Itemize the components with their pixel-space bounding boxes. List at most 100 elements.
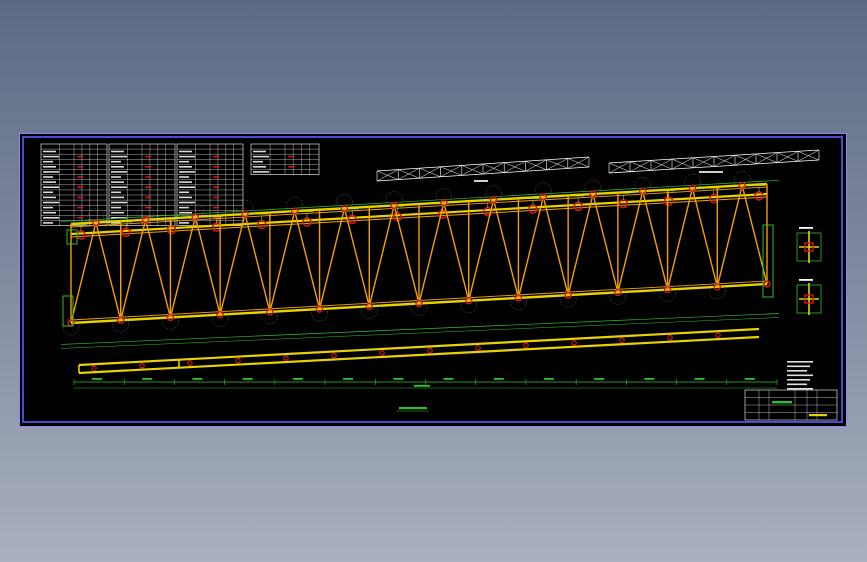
table-cell-text [43,222,53,224]
dimension-value [92,378,102,380]
table-cell-text [111,160,121,163]
dimension-value [644,378,655,380]
table-cell-mark [213,166,220,168]
table-cell-text [43,186,59,188]
dimension-value [292,378,303,380]
table-cell-mark [288,166,295,168]
table-cell-text [111,211,124,214]
note-line [787,383,807,386]
drawing-title [772,401,792,404]
table-cell-mark [145,176,152,178]
note-line [787,374,813,377]
table-cell-mark [145,155,152,158]
table-cell-mark [145,186,152,188]
elevation-caption [399,407,427,410]
table-cell-text [253,150,266,153]
table-cell-text [179,191,189,194]
table-cell-text [179,181,192,183]
overall-dimension-value [414,385,430,387]
table-cell-text [111,191,121,194]
table-cell-mark [145,206,152,209]
note-line [787,379,810,381]
dimension-value [343,378,354,380]
table-cell-text [253,166,266,168]
table-cell-text [179,160,189,163]
table-cell-text [179,166,192,168]
dimension-value [744,378,755,380]
table-cell-text [179,155,195,158]
table-cell-text [111,171,127,173]
table-cell-text [179,176,189,178]
dimension-value [242,378,253,380]
table-cell-text [111,181,124,183]
dimension-value [142,378,153,380]
table-cell-text [43,166,56,168]
dimension-value [594,378,605,380]
table-cell-mark [77,166,84,168]
table-cell-text [253,171,269,173]
table-cell-mark [77,196,84,199]
table-cell-text [43,196,56,199]
dimension-value [543,378,554,380]
table-cell-text [179,211,192,214]
dimension-value [192,378,203,380]
plan-caption [474,180,488,182]
table-cell-text [43,171,59,173]
table-cell-text [111,166,124,168]
table-cell-text [111,196,124,199]
table-cell-text [43,181,56,183]
table-cell-mark [77,186,84,188]
table-cell-text [43,176,53,178]
table-cell-text [43,211,56,214]
table-cell-mark [77,217,84,219]
note-line [787,388,813,390]
table-cell-text [179,206,189,209]
dimension-value [443,378,454,380]
dimension-value [393,378,404,380]
table-cell-text [111,201,127,204]
table-cell-text [179,201,195,204]
table-cell-text [43,191,53,194]
detail-caption [799,279,813,281]
drawing-canvas[interactable] [19,133,847,427]
table-cell-mark [213,196,220,199]
table-cell-mark [145,196,152,199]
cad-viewport[interactable] [0,0,867,562]
table-cell-text [253,160,263,163]
table-cell-text [179,186,195,188]
table-cell-text [43,155,59,158]
table-cell-text [43,206,53,209]
table-cell-text [43,201,59,204]
table-cell-text [111,206,121,209]
table-cell-text [179,196,192,199]
title-block [744,389,838,421]
table-cell-text [43,217,59,219]
drawing-sheet [19,133,847,427]
dimension-value [694,378,705,380]
table-cell-mark [213,186,220,188]
table-cell-text [179,150,192,153]
note-line [787,370,807,372]
table-cell-text [43,160,53,163]
table-cell-text [111,155,127,158]
table-cell-mark [145,166,152,168]
table-cell-text [179,222,189,224]
plan-caption [699,171,723,173]
table-cell-mark [213,206,220,209]
table-cell-mark [288,155,295,158]
table-cell-mark [77,155,84,158]
note-line [787,361,813,363]
table-cell-text [43,150,56,153]
table-cell-mark [77,176,84,178]
table-cell-text [253,155,269,158]
table-cell-mark [213,176,220,178]
detail-caption [799,227,813,229]
table-cell-text [111,150,124,153]
table-cell-mark [213,155,220,158]
table-cell-text [111,176,121,178]
table-cell-text [179,171,195,173]
note-line [787,365,810,368]
dimension-value [493,378,504,380]
table-cell-mark [77,206,84,209]
table-cell-text [111,186,127,188]
